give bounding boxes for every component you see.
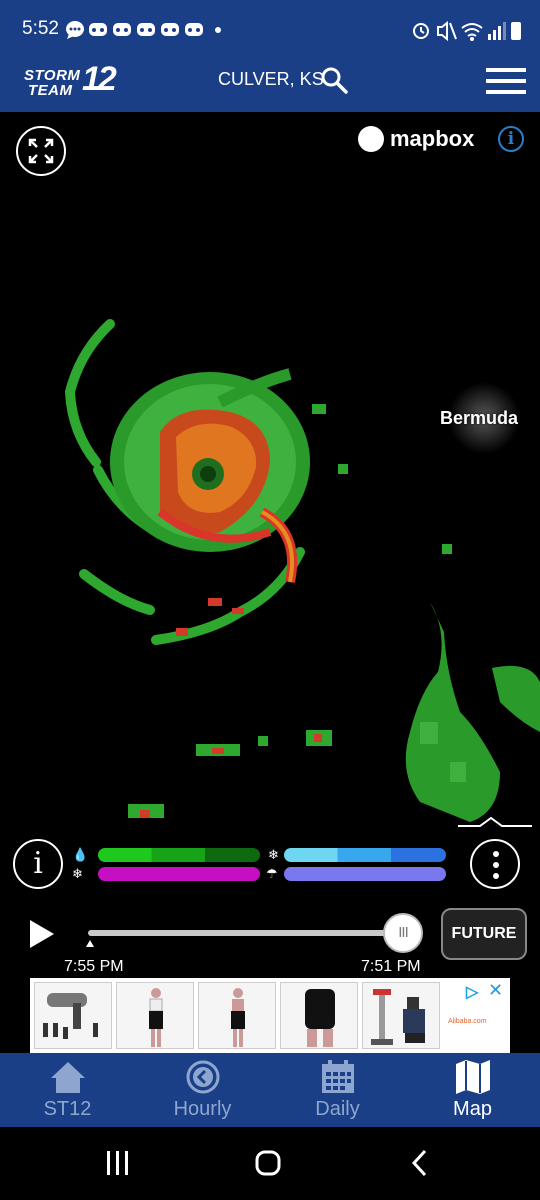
- calendar-icon: [322, 1060, 354, 1093]
- back-icon[interactable]: [400, 1145, 440, 1181]
- map-icon: [456, 1060, 490, 1094]
- discord-icon: [113, 23, 131, 36]
- notification-icons: [66, 21, 221, 39]
- place-label-bermuda: Bermuda: [440, 408, 519, 428]
- more-vertical-icon: [493, 851, 499, 857]
- ad-product-tile[interactable]: [116, 982, 194, 1049]
- expand-icon: [28, 138, 54, 164]
- radar-map[interactable]: mapbox i Bermuda i 💧 ❄ ❄ ☂ III 7:55 PM 7…: [0, 112, 540, 1100]
- hamburger-menu-icon[interactable]: [486, 66, 526, 96]
- ad-product-tile[interactable]: [34, 982, 112, 1049]
- mix-legend-bar: [98, 867, 260, 881]
- rain-icon: 💧: [72, 847, 89, 862]
- clock-icon: [186, 1060, 220, 1094]
- system-status-icons: [413, 20, 521, 42]
- layers-caret: [458, 816, 532, 827]
- app-header: STORM TEAM 12 CULVER, KS: [0, 56, 540, 112]
- nav-item-st12[interactable]: ST12: [0, 1053, 135, 1127]
- nav-item-daily[interactable]: Daily: [270, 1053, 405, 1127]
- snow-legend-bar: [284, 848, 446, 862]
- ad-banner[interactable]: Alibaba.com ▷ ✕: [30, 978, 510, 1053]
- ad-product-tile[interactable]: [280, 982, 358, 1049]
- status-time: 5:52: [22, 18, 59, 39]
- legend-info-button[interactable]: i: [13, 839, 63, 889]
- home-icon: [51, 1062, 85, 1093]
- nav-item-map[interactable]: Map: [405, 1053, 540, 1127]
- system-navigation-bar: [0, 1127, 540, 1200]
- logo-line2: TEAM: [28, 82, 73, 99]
- mapbox-text: mapbox: [390, 126, 475, 151]
- nav-label-daily: Daily: [315, 1098, 360, 1120]
- ad-brand: Alibaba.com: [448, 1018, 487, 1025]
- discord-icon: [185, 23, 203, 36]
- nav-label-map: Map: [453, 1098, 492, 1120]
- timeline-slider[interactable]: [88, 930, 404, 936]
- wifi-icon: [461, 23, 483, 37]
- signal-icon: [488, 22, 506, 40]
- discord-icon: [137, 23, 155, 36]
- nav-label-hourly: Hourly: [173, 1098, 232, 1120]
- mix-icon: ❄: [72, 866, 83, 881]
- mapbox-logo-icon: [358, 126, 384, 152]
- play-button[interactable]: [28, 918, 56, 950]
- dot-icon: [215, 27, 221, 33]
- storm-team-logo[interactable]: STORM TEAM 12: [24, 58, 128, 106]
- battery-icon: [511, 22, 521, 40]
- home-circle-icon[interactable]: [248, 1145, 288, 1181]
- mapbox-attribution: mapbox: [358, 124, 486, 156]
- timeline-start-time: 7:55 PM: [64, 958, 124, 975]
- search-icon[interactable]: [320, 66, 348, 94]
- logo-number: 12: [82, 60, 117, 98]
- play-icon: [30, 920, 54, 948]
- fullscreen-button[interactable]: [16, 126, 66, 176]
- timeline-end-time: 7:51 PM: [361, 958, 421, 975]
- mute-icon: [437, 20, 457, 42]
- rain-legend-bar: [98, 848, 260, 862]
- ad-product-tile[interactable]: [198, 982, 276, 1049]
- layers-menu-button[interactable]: [470, 839, 520, 889]
- nav-label-st12: ST12: [43, 1098, 92, 1120]
- discord-icon: [161, 23, 179, 36]
- ad-close-icon[interactable]: ✕: [488, 980, 503, 1001]
- discord-icon: [89, 23, 107, 36]
- recents-icon[interactable]: [98, 1145, 138, 1181]
- timeline-thumb[interactable]: III: [383, 913, 423, 953]
- ad-product-tile[interactable]: [362, 982, 440, 1049]
- status-bar: 5:52: [0, 0, 540, 56]
- future-button[interactable]: FUTURE: [441, 908, 527, 960]
- location-label[interactable]: CULVER, KS: [218, 69, 324, 90]
- timeline-start-marker: [86, 940, 94, 947]
- ice-legend-bar: [284, 867, 446, 881]
- map-info-button[interactable]: i: [498, 126, 524, 152]
- nav-item-hourly[interactable]: Hourly: [135, 1053, 270, 1127]
- adchoices-icon[interactable]: ▷: [466, 982, 478, 1002]
- bottom-nav: ST12 Hourly Daily Map: [0, 1053, 540, 1127]
